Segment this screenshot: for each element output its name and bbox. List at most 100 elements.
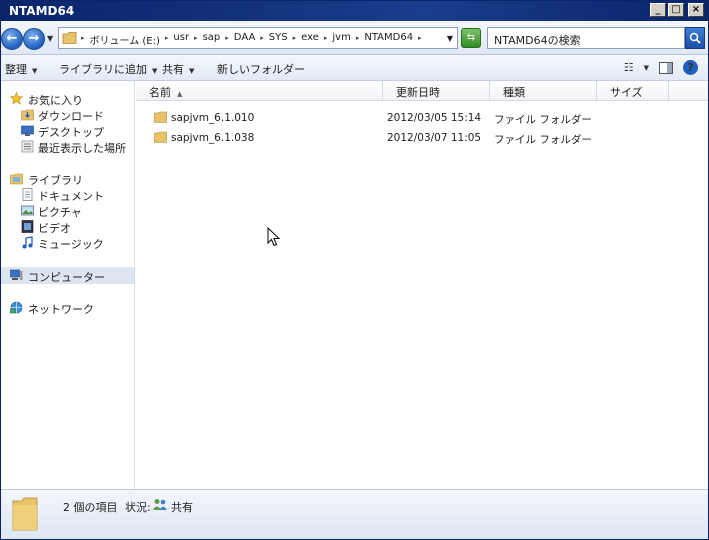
sidebar-item-videos[interactable]: ビデオ	[1, 218, 134, 235]
desktop-icon	[21, 125, 34, 136]
view-dropdown-icon[interactable]: ▼	[644, 64, 649, 72]
breadcrumb-separator-icon[interactable]: ▸	[293, 32, 297, 47]
minimize-button[interactable]: _	[650, 3, 666, 17]
file-type: ファイル フォルダー	[494, 114, 592, 126]
chevron-down-icon: ▼	[189, 67, 195, 75]
breadcrumb-item[interactable]: sap	[203, 32, 221, 47]
sidebar-item-label: ミュージック	[38, 238, 104, 251]
sidebar-item-documents[interactable]: ドキュメント	[1, 186, 134, 203]
search-icon	[689, 32, 701, 44]
column-header-label: 更新日時	[396, 86, 440, 99]
breadcrumb-separator-icon[interactable]: ▸	[324, 32, 328, 47]
star-icon	[10, 92, 23, 105]
sidebar-item-computer[interactable]: コンピューター	[1, 267, 134, 284]
preview-pane-icon[interactable]	[659, 61, 673, 74]
forward-arrow-icon: →	[28, 31, 40, 46]
breadcrumb-separator-icon[interactable]: ▸	[356, 32, 360, 47]
file-row[interactable]: sapjvm_6.1.038 2012/03/07 11:05 ファイル フォル…	[136, 127, 708, 147]
sidebar-item-pictures[interactable]: ピクチャ	[1, 202, 134, 219]
breadcrumb-separator-icon[interactable]: ▸	[81, 32, 85, 47]
add-to-library-menu[interactable]: ライブラリに追加 ▼	[59, 61, 157, 77]
videos-icon	[21, 220, 34, 233]
search-input[interactable]: NTAMD64の検索	[487, 27, 685, 49]
organize-label: 整理	[5, 63, 27, 76]
file-row[interactable]: sapjvm_6.1.010 2012/03/05 15:14 ファイル フォル…	[136, 107, 708, 127]
breadcrumb-separator-icon[interactable]: ▸	[165, 32, 169, 47]
help-icon[interactable]: ?	[683, 60, 698, 75]
window-title: NTAMD64	[9, 4, 75, 18]
column-header-label: 名前	[149, 86, 171, 99]
sidebar-item-desktop[interactable]: デスクトップ	[1, 122, 134, 139]
column-header-name[interactable]: 名前 ▲	[136, 81, 383, 101]
sort-ascending-icon: ▲	[177, 90, 183, 98]
breadcrumb-separator-icon[interactable]: ▸	[418, 32, 422, 47]
back-button[interactable]: ←	[1, 28, 23, 50]
back-arrow-icon: ←	[6, 31, 18, 46]
add-to-library-label: ライブラリに追加	[59, 63, 147, 76]
chevron-down-icon: ▼	[32, 67, 38, 75]
address-row: ← → ▼ ▸ ボリューム (E:) ▸ usr ▸ sap ▸ DAA ▸ SYS ▸ exe ▸ jv…	[1, 21, 708, 55]
sidebar-item-label: 最近表示した場所	[38, 142, 126, 155]
status-bar: 2 個の項目 状況: 共有	[1, 489, 708, 539]
breadcrumb-item[interactable]: NTAMD64	[364, 32, 413, 47]
breadcrumb-item[interactable]: DAA	[234, 32, 255, 47]
library-icon	[10, 173, 23, 185]
recent-pages-dropdown-icon[interactable]: ▼	[47, 34, 53, 43]
address-history-dropdown-icon[interactable]: ▼	[447, 34, 453, 43]
sidebar-item-network[interactable]: ネットワーク	[1, 299, 134, 316]
column-header-size[interactable]: サイズ	[597, 81, 669, 101]
file-name: sapjvm_6.1.038	[171, 132, 255, 144]
folder-icon	[154, 131, 167, 143]
column-header-label: 種類	[503, 86, 525, 99]
recent-places-icon	[21, 140, 34, 153]
breadcrumb-item[interactable]: usr	[173, 32, 189, 47]
file-modified: 2012/03/05 15:14	[387, 112, 482, 124]
address-bar[interactable]: ▸ ボリューム (E:) ▸ usr ▸ sap ▸ DAA ▸ SYS ▸ exe ▸ jvm ▸ NTAM…	[58, 27, 458, 49]
chevron-down-icon: ▼	[152, 67, 158, 75]
downloads-folder-icon	[21, 109, 34, 121]
computer-icon	[10, 269, 23, 280]
search-button[interactable]	[685, 27, 705, 49]
breadcrumb-separator-icon[interactable]: ▸	[225, 32, 229, 47]
music-icon	[22, 236, 33, 249]
network-icon	[10, 301, 23, 314]
explorer-window: NTAMD64 _ □ × ← → ▼ ▸ ボリューム (E:) ▸ usr ▸ sap ▸…	[0, 0, 709, 540]
view-options-icon[interactable]: ☷	[624, 61, 634, 74]
new-folder-button[interactable]: 新しいフォルダー	[217, 61, 305, 77]
command-bar: 整理 ▼ ライブラリに追加 ▼ 共有 ▼ 新しいフォルダー ☷ ▼ ?	[1, 55, 708, 81]
breadcrumb-item[interactable]: jvm	[332, 32, 350, 47]
breadcrumb-item[interactable]: ボリューム (E:)	[90, 32, 160, 47]
close-button[interactable]: ×	[688, 3, 704, 17]
folder-icon	[62, 32, 77, 44]
sidebar-item-favorites[interactable]: お気に入り	[1, 90, 134, 107]
refresh-button[interactable]: ⇆	[461, 28, 481, 48]
breadcrumb-item[interactable]: exe	[301, 32, 319, 47]
breadcrumb-item[interactable]: SYS	[269, 32, 288, 47]
share-menu[interactable]: 共有 ▼	[162, 61, 194, 77]
mouse-cursor-icon	[267, 227, 281, 247]
sidebar-item-label: コンピューター	[28, 271, 105, 284]
title-bar[interactable]: NTAMD64 _ □ ×	[1, 1, 708, 21]
organize-menu[interactable]: 整理 ▼	[5, 61, 37, 77]
column-header-type[interactable]: 種類	[490, 81, 597, 101]
sidebar-item-libraries[interactable]: ライブラリ	[1, 170, 134, 187]
sidebar-item-downloads[interactable]: ダウンロード	[1, 106, 134, 123]
sidebar-item-recent[interactable]: 最近表示した場所	[1, 138, 134, 155]
breadcrumb: ▸ ボリューム (E:) ▸ usr ▸ sap ▸ DAA ▸ SYS ▸ exe ▸ jvm ▸ NTAM…	[81, 32, 422, 47]
column-header-label: サイズ	[610, 86, 643, 99]
pictures-icon	[21, 205, 34, 216]
column-header-modified[interactable]: 更新日時	[383, 81, 490, 101]
sidebar-item-label: ネットワーク	[28, 303, 94, 316]
status-value: 共有	[171, 501, 193, 514]
file-modified: 2012/03/07 11:05	[387, 132, 482, 144]
breadcrumb-separator-icon[interactable]: ▸	[260, 32, 264, 47]
forward-button[interactable]: →	[23, 28, 45, 50]
shared-users-icon	[153, 499, 167, 510]
folder-icon	[12, 497, 38, 531]
status-label: 状況:	[125, 501, 151, 514]
sidebar-item-music[interactable]: ミュージック	[1, 234, 134, 251]
refresh-icon: ⇆	[466, 32, 476, 43]
item-count: 2 個の項目	[63, 501, 118, 514]
maximize-button[interactable]: □	[668, 3, 684, 17]
breadcrumb-separator-icon[interactable]: ▸	[194, 32, 198, 47]
